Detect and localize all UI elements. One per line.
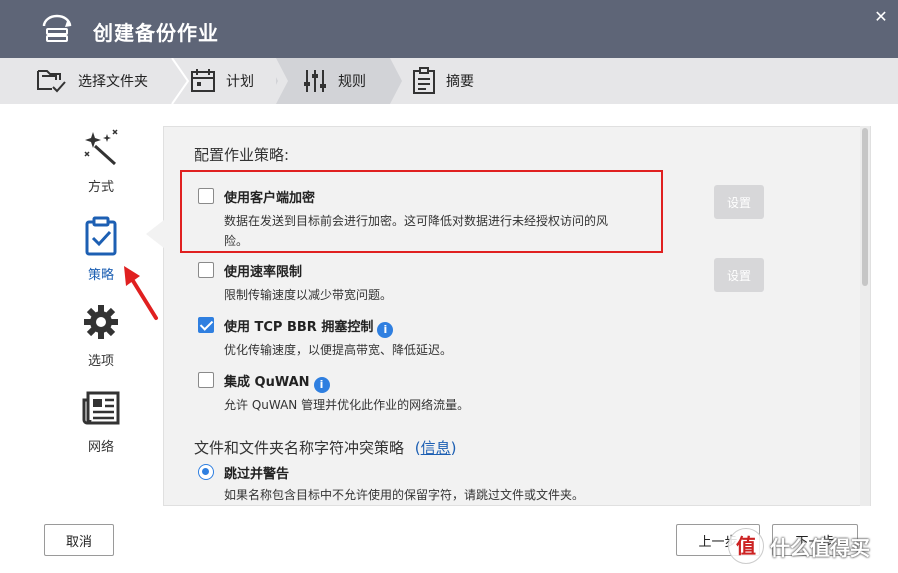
folder-check-icon [37,70,66,93]
skip-and-warn-radio[interactable] [198,464,214,480]
info-link[interactable]: 信息 [421,439,451,457]
sliders-icon [304,70,326,92]
annotation-arrow-icon [124,266,158,320]
clipboard-list-icon [413,67,435,94]
newspaper-icon [82,391,120,425]
option-title-row: 集成 QuWAN i [224,371,330,393]
option-title: 使用速率限制 [224,265,303,280]
backup-app-icon [42,14,72,42]
rate-limit-settings-button[interactable]: 设置 [714,258,764,292]
scrollbar-thumb[interactable] [862,128,868,286]
skip-and-warn-description: 如果名称包含目标中不允许使用的保留字符，请跳过文件或文件夹。 [224,488,585,502]
magic-wand-icon [84,129,118,166]
window-title: 创建备份作业 [93,21,219,45]
option-description: 优化传输速度，以便提高带宽、降低延迟。 [224,343,453,357]
step-separator [386,58,402,104]
step-label: 选择文件夹 [78,74,148,90]
step-summary[interactable]: 摘要 [412,58,512,104]
scrollbar[interactable] [860,126,870,506]
watermark: 值 什么值得买 [728,526,894,566]
sidebar-item-label: 网络 [87,440,114,455]
step-separator [266,58,288,104]
step-rules[interactable]: 规则 [276,58,388,104]
option-description: 限制传输速度以减少带宽问题。 [224,288,393,302]
sidebar-item-label: 方式 [87,180,114,195]
gear-icon [84,305,118,339]
encryption-settings-button[interactable]: 设置 [714,185,764,219]
sidebar-item-method[interactable]: 方式 [60,128,142,195]
quwan-checkbox[interactable] [198,372,214,388]
conflict-title-text: 文件和文件夹名称字符冲突策略 [194,439,405,457]
option-title: 集成 QuWAN [224,375,310,390]
step-label: 摘要 [446,74,474,90]
sidebar-item-label: 选项 [87,354,114,369]
option-title: 使用 TCP BBR 拥塞控制 [224,320,374,335]
step-label: 计划 [226,74,254,90]
tcp-bbr-checkbox[interactable] [198,317,214,333]
info-link-close: ) [450,439,457,457]
policy-section-title: 配置作业策略: [194,146,290,164]
conflict-section-title: 文件和文件夹名称字符冲突策略 (信息) [194,437,457,458]
rate-limit-checkbox[interactable] [198,262,214,278]
clipboard-check-icon [85,216,117,256]
step-select-folder[interactable]: 选择文件夹 [0,58,178,104]
skip-and-warn-label: 跳过并警告 [224,467,290,482]
wizard-stepper: 选择文件夹 计划 规则 摘要 [0,58,898,104]
cancel-button[interactable]: 取消 [44,524,114,556]
option-description: 允许 QuWAN 管理并优化此作业的网络流量。 [224,398,470,412]
panel-pointer [146,220,164,248]
step-schedule[interactable]: 计划 [190,58,276,104]
step-label: 规则 [338,74,366,90]
watermark-text: 什么值得买 [770,536,870,560]
highlight-box [180,170,663,253]
info-icon[interactable]: i [313,377,330,393]
watermark-logo: 值 [728,528,764,564]
calendar-icon [191,69,215,92]
step-separator [171,58,190,104]
sidebar-item-network[interactable]: 网络 [60,388,142,455]
close-icon[interactable]: ✕ [872,8,890,26]
title-bar: 创建备份作业 ✕ [0,0,898,58]
info-icon[interactable]: i [377,322,394,338]
option-title-row: 使用 TCP BBR 拥塞控制 i [224,316,394,338]
